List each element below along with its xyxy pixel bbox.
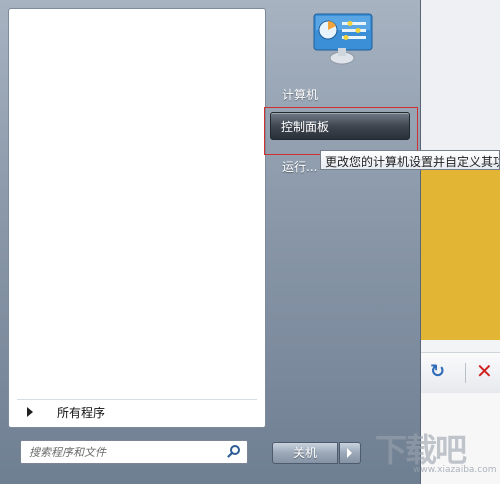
watermark-logo: 下载吧 www.xiazaiba.com	[375, 425, 500, 484]
control-panel-icon	[313, 13, 373, 65]
tooltip: 更改您的计算机设置并自定义其功能	[320, 150, 500, 170]
close-icon[interactable]: ✕	[476, 359, 493, 383]
watermark-url: www.xiazaiba.com	[413, 465, 497, 475]
arrow-right-icon	[27, 407, 33, 417]
run-item[interactable]: 运行...	[282, 158, 317, 175]
search-icon[interactable]	[227, 444, 241, 458]
search-box[interactable]	[20, 440, 248, 464]
refresh-icon[interactable]: ↻	[430, 361, 445, 382]
shutdown-options-button[interactable]	[339, 442, 361, 464]
shutdown-button[interactable]: 关机	[272, 442, 338, 464]
search-input[interactable]	[27, 443, 221, 462]
all-programs-label: 所有程序	[57, 406, 106, 420]
toolbar-separator	[465, 363, 466, 383]
chevron-right-icon	[347, 448, 352, 458]
programs-pane: 所有程序	[8, 8, 266, 428]
start-menu: 所有程序 计算机 控制面板 运行... 关机	[0, 0, 421, 484]
highlight-box	[264, 107, 418, 155]
computer-item[interactable]: 计算机	[282, 86, 318, 103]
all-programs-item[interactable]: 所有程序	[17, 399, 257, 424]
